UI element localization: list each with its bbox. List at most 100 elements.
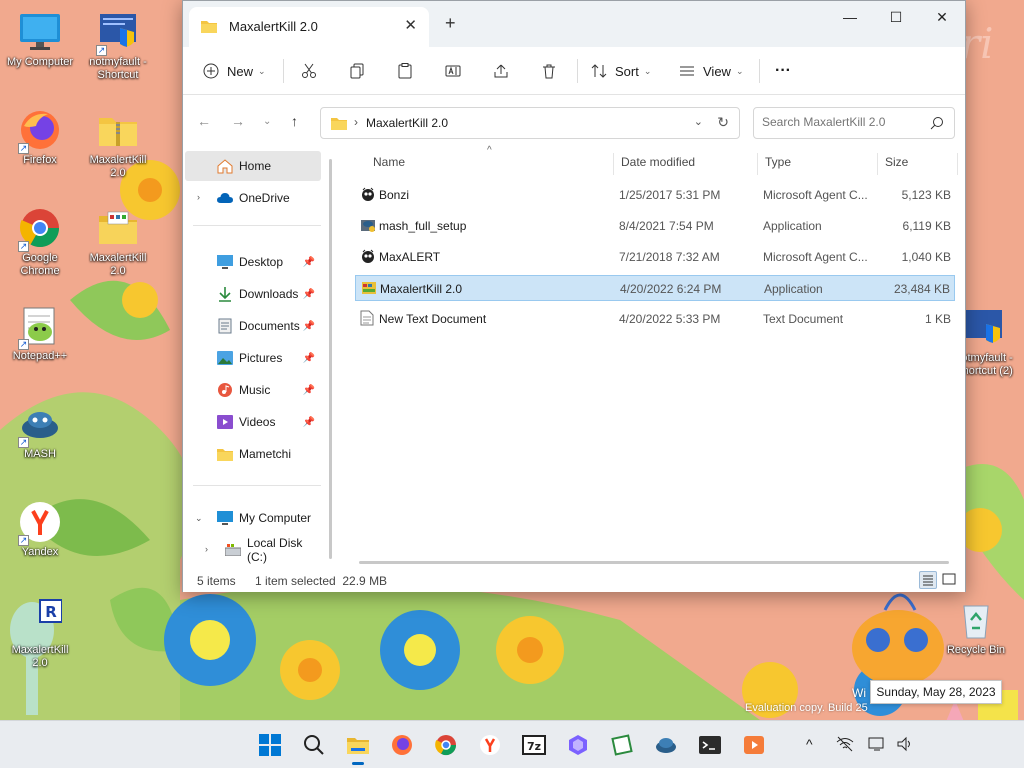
taskbar-mash[interactable] <box>654 733 678 757</box>
desktop-icon-firefox[interactable]: ↗ Firefox <box>0 108 80 167</box>
taskbar-file-explorer[interactable] <box>346 733 370 765</box>
sidebar-item-documents[interactable]: Documents 📌 <box>183 311 321 341</box>
sidebar-item-onedrive[interactable]: OneDrive <box>183 183 321 213</box>
pin-icon[interactable]: 📌 <box>303 385 315 396</box>
taskbar-tamagotchi-app[interactable] <box>610 733 634 757</box>
paste-button[interactable] <box>397 57 413 85</box>
desktop-icon-label: notmyfault - Shortcut <box>89 56 147 81</box>
breadcrumb-current[interactable]: MaxalertKill 2.0 <box>366 116 448 130</box>
sort-button[interactable]: Sort ⌄ <box>591 57 651 85</box>
sidebar-item-pictures[interactable]: Pictures 📌 <box>183 343 321 373</box>
search-box[interactable] <box>753 107 955 139</box>
taskbar-chrome[interactable] <box>434 733 458 757</box>
taskbar-media-player[interactable] <box>742 733 766 757</box>
minimize-button[interactable]: — <box>827 5 873 29</box>
address-history-chevron-icon[interactable]: ⌄ <box>694 115 703 128</box>
start-button[interactable] <box>258 733 282 757</box>
show-hidden-icons-chevron-icon[interactable]: ^ <box>806 736 813 752</box>
sidebar-item-music[interactable]: Music 📌 <box>183 375 321 405</box>
column-divider[interactable] <box>957 153 958 175</box>
sidebar-item-downloads[interactable]: Downloads 📌 <box>183 279 321 309</box>
horizontal-scrollbar[interactable] <box>359 561 949 564</box>
view-button[interactable]: View ⌄ <box>679 57 744 85</box>
close-window-button[interactable]: ✕ <box>919 5 965 29</box>
taskbar-copilot[interactable] <box>566 733 590 757</box>
desktop-icon-label: Firefox <box>23 154 57 166</box>
taskbar-terminal[interactable] <box>698 733 722 757</box>
sidebar-item-local-disk[interactable]: Local Disk (C:) <box>183 535 321 565</box>
more-options-button[interactable]: ··· <box>775 57 791 85</box>
desktop-icon-notepad-plus-plus[interactable]: ↗ Notepad++ <box>0 304 80 363</box>
table-row[interactable]: Bonzi 1/25/2017 5:31 PM Microsoft Agent … <box>355 182 955 208</box>
desktop-icon-maxalertkill-folder[interactable]: MaxalertKill 2.0 <box>78 206 158 278</box>
installer-icon <box>360 217 376 233</box>
sidebar-item-desktop[interactable]: Desktop 📌 <box>183 247 321 277</box>
maximize-button[interactable]: ☐ <box>873 5 919 29</box>
pin-icon[interactable]: 📌 <box>303 257 315 268</box>
taskbar-firefox[interactable] <box>390 733 414 757</box>
column-header-date[interactable]: Date modified <box>621 155 695 169</box>
details-view-button[interactable] <box>919 571 937 589</box>
rename-button[interactable] <box>445 57 461 85</box>
column-divider[interactable] <box>613 153 614 175</box>
new-button[interactable]: New ⌄ <box>203 57 266 85</box>
up-arrow-icon[interactable]: ↑ <box>291 113 298 129</box>
desktop-icon-notmyfault[interactable]: ↗ notmyfault - Shortcut <box>78 10 158 82</box>
sidebar-item-label: OneDrive <box>239 191 290 205</box>
volume-icon[interactable] <box>896 736 914 755</box>
desktop-icon-recycle-bin[interactable]: Recycle Bin <box>936 598 1016 657</box>
cut-button[interactable] <box>301 57 317 85</box>
text-document-icon <box>360 310 376 326</box>
delete-button[interactable] <box>541 57 557 85</box>
taskbar-yandex[interactable] <box>478 733 502 757</box>
copy-button[interactable] <box>349 57 365 85</box>
pin-icon[interactable]: 📌 <box>303 321 315 332</box>
share-button[interactable] <box>493 57 509 85</box>
column-header-type[interactable]: Type <box>765 155 791 169</box>
back-arrow-icon[interactable]: ← <box>197 113 211 129</box>
pin-icon[interactable]: 📌 <box>303 353 315 364</box>
music-icon <box>217 382 233 398</box>
refresh-icon[interactable]: ↻ <box>717 114 729 131</box>
desktop-icon-maxalertkill-zip[interactable]: MaxalertKill 2.0 <box>78 108 158 180</box>
table-row[interactable]: mash_full_setup 8/4/2021 7:54 PM Applica… <box>355 213 955 239</box>
title-bar[interactable]: MaxalertKill 2.0 ✕ + — ☐ ✕ <box>183 1 965 47</box>
table-row-selected[interactable]: MaxalertKill 2.0 4/20/2022 6:24 PM Appli… <box>355 275 955 301</box>
sidebar-scrollbar[interactable] <box>329 159 332 559</box>
sort-ascending-icon: ^ <box>487 145 492 156</box>
pin-icon[interactable]: 📌 <box>303 289 315 300</box>
network-disconnected-icon[interactable] <box>836 736 854 755</box>
tiles-view-button[interactable] <box>941 571 959 589</box>
address-bar[interactable]: › MaxalertKill 2.0 ⌄ ↻ <box>320 107 740 139</box>
column-header-size[interactable]: Size <box>885 155 908 169</box>
column-divider[interactable] <box>877 153 878 175</box>
sidebar-item-videos[interactable]: Videos 📌 <box>183 407 321 437</box>
close-tab-icon[interactable]: ✕ <box>404 16 417 34</box>
sidebar-item-label: Music <box>239 383 271 397</box>
maxalertkill-app-icon <box>361 280 377 296</box>
table-row[interactable]: New Text Document 4/20/2022 5:33 PM Text… <box>355 306 955 332</box>
column-divider[interactable] <box>757 153 758 175</box>
scissors-icon <box>302 63 316 78</box>
sidebar-item-mametchi[interactable]: Mametchi <box>183 439 321 469</box>
explorer-tab[interactable]: MaxalertKill 2.0 ✕ <box>189 7 429 47</box>
taskbar-7zip[interactable]: 7z <box>522 733 546 757</box>
recent-locations-chevron-icon[interactable]: ⌄ <box>263 116 271 127</box>
taskbar-search-button[interactable] <box>302 733 326 757</box>
new-tab-button[interactable]: + <box>445 13 456 34</box>
breadcrumb-chevron-icon[interactable]: › <box>354 115 358 129</box>
display-icon[interactable] <box>868 736 886 755</box>
desktop-icon-mash[interactable]: ↗ MASH <box>0 402 80 461</box>
column-header-name[interactable]: Name <box>373 155 405 169</box>
desktop-icon-maxalertkill-exe[interactable]: R MaxalertKill 2.0 <box>0 598 80 670</box>
sidebar-item-home[interactable]: Home <box>183 151 321 181</box>
search-icon[interactable] <box>930 116 944 133</box>
table-row[interactable]: MaxALERT 7/21/2018 7:32 AM Microsoft Age… <box>355 244 955 270</box>
forward-arrow-icon[interactable]: → <box>231 113 245 129</box>
desktop-icon-my-computer[interactable]: My Computer <box>0 10 80 69</box>
desktop-icon-google-chrome[interactable]: ↗ Google Chrome <box>0 206 80 278</box>
search-input[interactable] <box>762 115 922 129</box>
desktop-icon-yandex[interactable]: ↗ Yandex <box>0 500 80 559</box>
sidebar-item-my-computer[interactable]: My Computer <box>183 503 321 533</box>
pin-icon[interactable]: 📌 <box>303 417 315 428</box>
